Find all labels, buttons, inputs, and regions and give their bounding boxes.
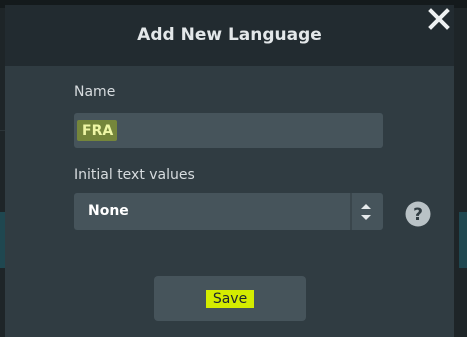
updown-chevron-icon (361, 204, 371, 220)
save-button[interactable]: Save (154, 276, 306, 321)
dialog-title: Add New Language (137, 25, 322, 45)
close-icon[interactable] (428, 8, 450, 30)
select-selected-value: None (88, 203, 129, 219)
name-label: Name (74, 84, 116, 100)
select-divider (350, 193, 352, 230)
dialog-header: Add New Language (5, 5, 454, 66)
initial-text-values-select[interactable]: None (74, 193, 383, 230)
svg-text:?: ? (413, 205, 423, 225)
question-circle-icon[interactable]: ? (405, 201, 431, 227)
name-input[interactable] (74, 113, 383, 148)
background-selected-row-right (459, 212, 467, 268)
add-language-dialog: Add New Language Name Initial text value… (5, 5, 454, 337)
initial-text-values-label: Initial text values (74, 167, 195, 183)
save-button-label: Save (205, 289, 255, 308)
